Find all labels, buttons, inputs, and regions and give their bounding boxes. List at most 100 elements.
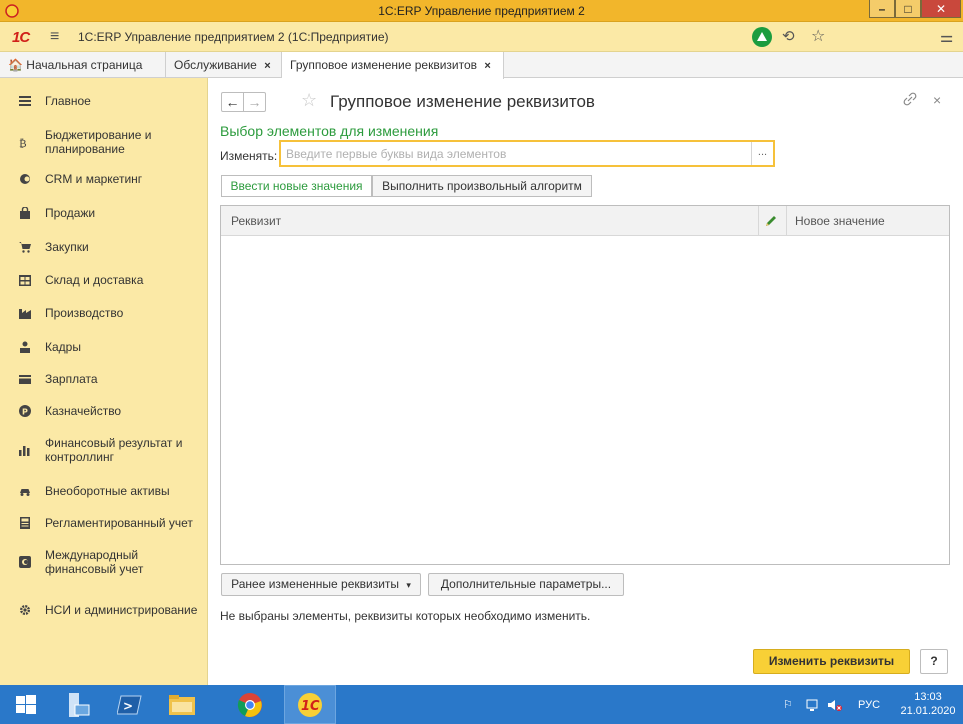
sidebar-item-label: Внеоборотные активы	[45, 484, 170, 498]
sidebar-item-label: Продажи	[45, 206, 96, 220]
home-icon: 🏠	[8, 58, 23, 72]
window-title: 1С:ERP Управление предприятием 2	[378, 4, 585, 18]
sidebar-item-label: Финансовый результат и контроллинг	[45, 436, 183, 464]
clock[interactable]: 13:03 21.01.2020	[896, 690, 960, 718]
page-title: Групповое изменение реквизитов	[330, 92, 595, 111]
sidebar: Главное ₿ Бюджетирование и планирование …	[0, 78, 208, 685]
help-button[interactable]: ?	[920, 649, 948, 674]
person-icon	[20, 341, 30, 353]
section-title: Выбор элементов для изменения	[220, 123, 439, 139]
favorite-star-icon[interactable]: ☆	[301, 90, 317, 111]
sidebar-item-regulated[interactable]: Регламентированный учет	[0, 516, 208, 530]
run-algorithm-button[interactable]: Выполнить произвольный алгоритм	[372, 175, 592, 197]
notification-icon[interactable]	[752, 27, 772, 47]
select-button[interactable]: ...	[751, 142, 773, 165]
app-1c-icon: 1С	[298, 692, 322, 717]
back-button[interactable]: ←	[221, 92, 244, 112]
sidebar-item-label: НСИ и администрирование	[45, 603, 198, 617]
taskbar-server-manager[interactable]	[52, 685, 104, 724]
flag-icon[interactable]: ⚐	[783, 685, 793, 724]
taskbar-1c[interactable]: 1С	[284, 685, 336, 724]
tab-close-icon[interactable]: ×	[484, 60, 490, 72]
sidebar-item-label: Кадры	[45, 340, 81, 354]
sidebar-item-label: Казначейство	[45, 404, 122, 418]
powershell-icon: >	[117, 695, 142, 714]
maximize-button[interactable]: □	[895, 0, 921, 18]
chrome-icon	[237, 692, 262, 717]
tab-label: Групповое изменение реквизитов	[290, 58, 478, 72]
app-title: 1С:ERP Управление предприятием 2 (1С:Пре…	[78, 30, 389, 44]
tab-maintenance[interactable]: Обслуживание ×	[166, 52, 282, 78]
minimize-button[interactable]: –	[869, 0, 895, 18]
sidebar-item-hr[interactable]: Кадры	[0, 340, 208, 354]
sidebar-item-label: Закупки	[45, 240, 89, 254]
sidebar-item-admin[interactable]: НСИ и администрирование	[0, 596, 208, 624]
additional-params-button[interactable]: Дополнительные параметры...	[428, 573, 624, 596]
sidebar-item-budget[interactable]: ₿ Бюджетирование и планирование	[0, 128, 208, 156]
gear-icon	[20, 605, 30, 615]
start-button[interactable]	[0, 685, 52, 724]
taskbar-powershell[interactable]: >	[104, 685, 156, 724]
close-form-icon[interactable]: ×	[933, 92, 941, 108]
main-form: ← → ☆ Групповое изменение реквизитов × В…	[209, 79, 963, 685]
folder-icon	[169, 694, 195, 715]
column-divider	[786, 206, 787, 236]
tab-group-change[interactable]: Групповое изменение реквизитов ×	[282, 52, 504, 79]
tabs-bar: 🏠 Начальная страница Обслуживание × Груп…	[0, 52, 963, 79]
column-header-attribute: Реквизит	[231, 214, 282, 228]
forward-button[interactable]: →	[243, 92, 266, 112]
close-window-button[interactable]: ✕	[921, 0, 961, 18]
change-attributes-button[interactable]: Изменить реквизиты	[753, 649, 910, 674]
tab-home[interactable]: 🏠 Начальная страница	[0, 52, 166, 78]
bar-chart-icon	[19, 446, 30, 456]
svg-text:1С: 1С	[301, 699, 320, 714]
treasury-icon: P	[19, 405, 31, 417]
svg-text:>: >	[123, 699, 133, 713]
attributes-table[interactable]: Реквизит Новое значение	[220, 205, 950, 565]
svg-text:P: P	[22, 408, 28, 417]
history-icon[interactable]: ⟲	[782, 27, 795, 45]
sidebar-item-intl-finance[interactable]: Международный финансовый учет	[0, 548, 208, 576]
car-icon	[20, 489, 30, 496]
table-header: Реквизит Новое значение	[221, 206, 949, 236]
main-menu-icon[interactable]: ⚌	[940, 28, 953, 46]
sidebar-item-label: CRM и маркетинг	[45, 172, 143, 186]
language-indicator[interactable]: РУС	[858, 685, 880, 724]
taskbar-chrome[interactable]	[224, 685, 276, 724]
network-icon[interactable]	[806, 685, 820, 724]
sidebar-item-label: Регламентированный учет	[45, 516, 193, 530]
tab-label: Обслуживание	[174, 58, 257, 72]
menu-lines-icon	[19, 96, 31, 106]
sidebar-item-warehouse[interactable]: Склад и доставка	[0, 273, 208, 287]
element-type-input[interactable]	[286, 145, 746, 163]
favorites-star-icon[interactable]: ☆	[811, 26, 825, 46]
sidebar-item-treasury[interactable]: P Казначейство	[0, 404, 208, 418]
sidebar-item-main[interactable]: Главное	[0, 94, 208, 108]
chevron-down-icon: ▾	[406, 580, 411, 590]
sidebar-item-production[interactable]: Производство	[0, 306, 208, 320]
windows-icon	[16, 694, 36, 714]
sidebar-item-fixed-assets[interactable]: Внеоборотные активы	[0, 484, 208, 498]
server-manager-icon	[69, 692, 90, 717]
column-divider	[758, 206, 759, 236]
wallet-icon	[19, 375, 31, 384]
sidebar-item-sales[interactable]: Продажи	[0, 206, 208, 220]
enter-new-values-button[interactable]: Ввести новые значения	[221, 175, 372, 197]
sidebar-item-salary[interactable]: Зарплата	[0, 372, 208, 386]
info-message: Не выбраны элементы, реквизиты которых н…	[220, 609, 591, 623]
sidebar-item-finresult[interactable]: Финансовый результат и контроллинг	[0, 436, 208, 464]
previously-changed-button[interactable]: Ранее измененные реквизиты ▾	[221, 573, 421, 596]
burger-menu-icon[interactable]: ≡	[50, 28, 59, 46]
sidebar-item-crm[interactable]: CRM и маркетинг	[0, 172, 208, 186]
volume-muted-icon[interactable]	[827, 685, 843, 724]
clock-date: 21.01.2020	[900, 705, 956, 717]
factory-icon	[19, 309, 31, 319]
taskbar-explorer[interactable]	[156, 685, 208, 724]
window-titlebar: 1С:ERP Управление предприятием 2 – □ ✕	[0, 0, 963, 22]
pencil-icon	[766, 216, 776, 226]
tab-close-icon[interactable]: ×	[264, 60, 270, 72]
sidebar-item-purchases[interactable]: Закупки	[0, 240, 208, 254]
sidebar-item-label: Зарплата	[45, 372, 98, 386]
link-icon[interactable]	[903, 92, 917, 109]
taskbar: > 1С ⚐ РУС 13:03 21.01.2020	[0, 685, 963, 724]
